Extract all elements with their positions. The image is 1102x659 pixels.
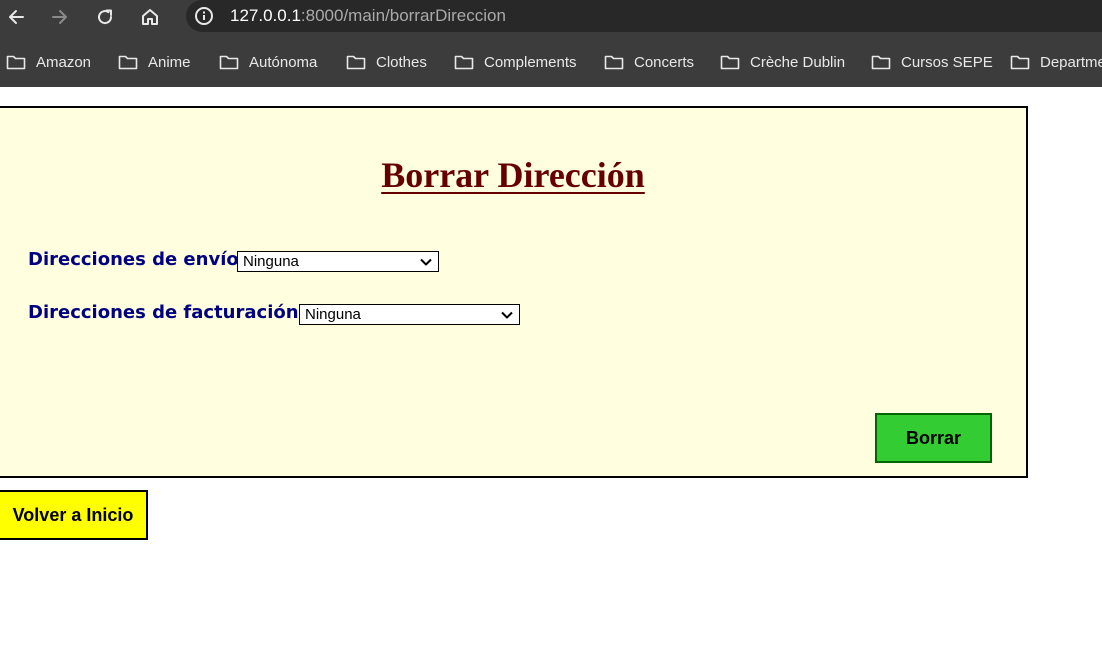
chevron-down-icon xyxy=(420,258,432,266)
shipping-selected-value: Ninguna xyxy=(243,253,299,270)
address-url[interactable]: 127.0.0.1:8000/main/borrarDireccion xyxy=(230,6,506,26)
bookmark-autonoma[interactable]: Autónoma xyxy=(219,51,317,73)
bookmark-label: Anime xyxy=(148,53,191,71)
info-icon[interactable] xyxy=(194,6,214,26)
bookmark-complements[interactable]: Complements xyxy=(454,51,577,73)
bookmark-label: Department xyxy=(1040,53,1102,71)
bookmark-label: Autónoma xyxy=(249,53,318,71)
bookmark-label: Cursos SEPE xyxy=(901,53,993,71)
folder-icon xyxy=(346,55,366,70)
url-path: :8000/main/borrarDireccion xyxy=(300,6,506,25)
shipping-addresses-select[interactable]: Ninguna xyxy=(237,251,439,272)
bookmark-amazon[interactable]: Amazon xyxy=(6,51,91,73)
folder-icon xyxy=(604,55,624,70)
bookmark-anime[interactable]: Anime xyxy=(118,51,191,73)
bookmark-label: Complements xyxy=(484,53,577,71)
shipping-addresses-label: Direcciones de envío: xyxy=(28,249,246,270)
home-icon[interactable] xyxy=(137,4,163,30)
billing-addresses-label: Direcciones de facturación: xyxy=(28,302,306,323)
back-to-home-button[interactable]: Volver a Inicio xyxy=(0,490,148,540)
chevron-down-icon xyxy=(501,311,513,319)
bookmark-concerts[interactable]: Concerts xyxy=(604,51,694,73)
folder-icon xyxy=(219,55,239,70)
url-host: 127.0.0.1 xyxy=(230,6,301,25)
folder-icon xyxy=(118,55,138,70)
billing-addresses-select[interactable]: Ninguna xyxy=(299,304,520,325)
bookmark-creche-dublin[interactable]: Crèche Dublin xyxy=(720,51,845,73)
bookmark-label: Clothes xyxy=(376,53,427,71)
delete-button[interactable]: Borrar xyxy=(875,413,992,463)
bookmarks-bar: Amazon Anime Autónoma Clothes Complement… xyxy=(0,36,1102,87)
folder-icon xyxy=(454,55,474,70)
page-title: Borrar Dirección xyxy=(381,155,645,195)
forward-icon[interactable] xyxy=(47,4,73,30)
delete-address-form: Borrar Dirección Direcciones de envío: N… xyxy=(0,106,1028,478)
browser-toolbar: 127.0.0.1:8000/main/borrarDireccion xyxy=(0,0,1102,36)
folder-icon xyxy=(6,55,26,70)
bookmark-label: Crèche Dublin xyxy=(750,53,846,71)
folder-icon xyxy=(1010,55,1030,70)
bookmark-department[interactable]: Department xyxy=(1010,51,1102,73)
bookmark-label: Amazon xyxy=(36,53,92,71)
billing-selected-value: Ninguna xyxy=(305,306,361,323)
folder-icon xyxy=(871,55,891,70)
bookmark-label: Concerts xyxy=(634,53,695,71)
bookmark-cursos-sepe[interactable]: Cursos SEPE xyxy=(871,51,993,73)
bookmark-clothes[interactable]: Clothes xyxy=(346,51,427,73)
reload-icon[interactable] xyxy=(92,4,118,30)
folder-icon xyxy=(720,55,740,70)
back-icon[interactable] xyxy=(3,4,29,30)
